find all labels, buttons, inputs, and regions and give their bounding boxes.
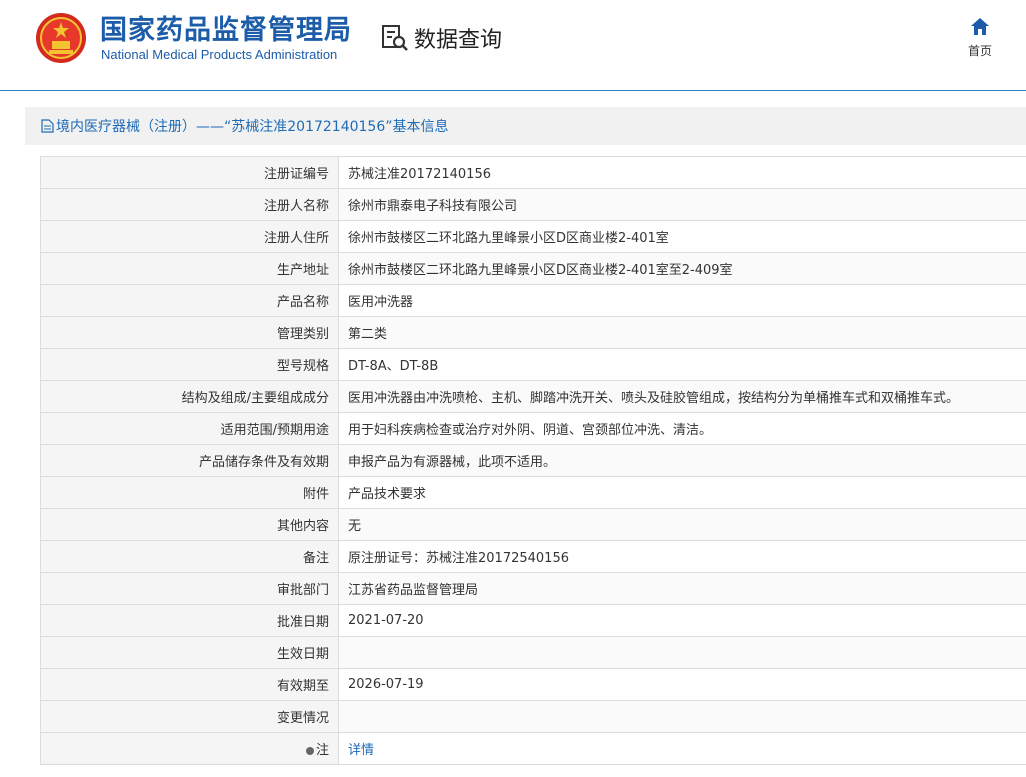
field-value: DT-8A、DT-8B bbox=[338, 348, 1026, 381]
national-emblem-icon[interactable] bbox=[35, 12, 87, 64]
field-value: 江苏省药品监督管理局 bbox=[338, 572, 1026, 605]
field-label: 有效期至 bbox=[40, 668, 339, 701]
field-value: 徐州市鼎泰电子科技有限公司 bbox=[338, 188, 1026, 221]
note-value-cell: 详情 bbox=[338, 732, 1026, 765]
field-value: 申报产品为有源器械，此项不适用。 bbox=[338, 444, 1026, 477]
field-label: 注册人名称 bbox=[40, 188, 339, 221]
site-name-en[interactable]: National Medical Products Administration bbox=[101, 47, 337, 62]
table-row: 注册人名称 徐州市鼎泰电子科技有限公司 bbox=[40, 188, 1026, 221]
field-value: 徐州市鼓楼区二环北路九里峰景小区D区商业楼2-401室 bbox=[338, 220, 1026, 253]
note-label-cell: 注 bbox=[40, 732, 339, 765]
table-row: 产品储存条件及有效期 申报产品为有源器械，此项不适用。 bbox=[40, 444, 1026, 477]
field-label: 变更情况 bbox=[40, 700, 339, 733]
field-label: 适用范围/预期用途 bbox=[40, 412, 339, 445]
search-document-icon bbox=[382, 25, 408, 51]
field-label: 批准日期 bbox=[40, 604, 339, 637]
field-label: 注册人住所 bbox=[40, 220, 339, 253]
field-label: 附件 bbox=[40, 476, 339, 509]
table-row: 其他内容无 bbox=[40, 508, 1026, 541]
table-row: 生产地址 徐州市鼓楼区二环北路九里峰景小区D区商业楼2-401室至2-409室 bbox=[40, 252, 1026, 285]
table-row: 产品名称 医用冲洗器 bbox=[40, 284, 1026, 317]
table-row: 管理类别 第二类 bbox=[40, 316, 1026, 349]
table-row: 变更情况 bbox=[40, 700, 1026, 733]
site-name-cn[interactable]: 国家药品监督管理局 bbox=[100, 8, 352, 47]
query-title: 数据查询 bbox=[414, 28, 503, 53]
field-value: 产品技术要求 bbox=[338, 476, 1026, 509]
field-value: 苏械注准20172140156 bbox=[338, 156, 1026, 189]
field-value bbox=[338, 636, 1026, 669]
field-label: 生效日期 bbox=[40, 636, 339, 669]
home-icon[interactable] bbox=[969, 16, 991, 38]
note-label: 注 bbox=[315, 743, 329, 758]
site-header: 国家药品监督管理局 National Medical Products Admi… bbox=[0, 0, 1026, 91]
data-query-heading: 数据查询 bbox=[380, 22, 502, 54]
table-row: 生效日期 bbox=[40, 636, 1026, 669]
note-row: 注 详情 bbox=[40, 732, 1026, 765]
field-label: 其他内容 bbox=[40, 508, 339, 541]
document-icon bbox=[41, 119, 54, 133]
field-value: 2021-07-20 bbox=[338, 604, 1026, 637]
page-title: 境内医疗器械（注册）——“苏械注准20172140156”基本信息 bbox=[56, 119, 449, 135]
field-value: 医用冲洗器 bbox=[338, 284, 1026, 317]
field-label: 审批部门 bbox=[40, 572, 339, 605]
table-row: 结构及组成/主要组成成分 医用冲洗器由冲洗喷枪、主机、脚踏冲洗开关、喷头及硅胶管组… bbox=[40, 380, 1026, 413]
bullet-icon bbox=[305, 746, 314, 755]
field-label: 管理类别 bbox=[40, 316, 339, 349]
field-value: 原注册证号：苏械注准20172540156 bbox=[338, 540, 1026, 573]
field-value: 医用冲洗器由冲洗喷枪、主机、脚踏冲洗开关、喷头及硅胶管组成，按结构分为单桶推车式… bbox=[338, 380, 1026, 413]
table-row: 型号规格 DT-8A、DT-8B bbox=[40, 348, 1026, 381]
field-label: 生产地址 bbox=[40, 252, 339, 285]
field-label: 备注 bbox=[40, 540, 339, 573]
field-value: 无 bbox=[338, 508, 1026, 541]
field-label: 产品名称 bbox=[40, 284, 339, 317]
field-label: 产品储存条件及有效期 bbox=[40, 444, 339, 477]
table-row: 附件 产品技术要求 bbox=[40, 476, 1026, 509]
field-value: 徐州市鼓楼区二环北路九里峰景小区D区商业楼2-401室至2-409室 bbox=[338, 252, 1026, 285]
details-link[interactable]: 详情 bbox=[348, 743, 374, 758]
field-value bbox=[338, 700, 1026, 733]
field-value: 用于妇科疾病检查或治疗对外阴、阴道、宫颈部位冲洗、清洁。 bbox=[338, 412, 1026, 445]
detail-table: 注册证编号 苏械注准20172140156 注册人名称 徐州市鼎泰电子科技有限公司 注册… bbox=[40, 156, 1026, 765]
table-row: 适用范围/预期用途 用于妇科疾病检查或治疗对外阴、阴道、宫颈部位冲洗、清洁。 bbox=[40, 412, 1026, 445]
table-row: 有效期至 2026-07-19 bbox=[40, 668, 1026, 701]
field-value: 第二类 bbox=[338, 316, 1026, 349]
table-row: 备注 原注册证号：苏械注准20172540156 bbox=[40, 540, 1026, 573]
home-label[interactable]: 首页 bbox=[958, 42, 1002, 59]
table-row: 批准日期 2021-07-20 bbox=[40, 604, 1026, 637]
home-link[interactable]: 首页 bbox=[958, 16, 1002, 59]
field-label: 注册证编号 bbox=[40, 156, 339, 189]
field-label: 型号规格 bbox=[40, 348, 339, 381]
field-value: 2026-07-19 bbox=[338, 668, 1026, 701]
page-title-bar: 境内医疗器械（注册）——“苏械注准20172140156”基本信息 bbox=[25, 107, 1026, 145]
field-label: 结构及组成/主要组成成分 bbox=[40, 380, 339, 413]
table-row: 注册证编号 苏械注准20172140156 bbox=[40, 156, 1026, 189]
table-row: 注册人住所 徐州市鼓楼区二环北路九里峰景小区D区商业楼2-401室 bbox=[40, 220, 1026, 253]
table-row: 审批部门 江苏省药品监督管理局 bbox=[40, 572, 1026, 605]
